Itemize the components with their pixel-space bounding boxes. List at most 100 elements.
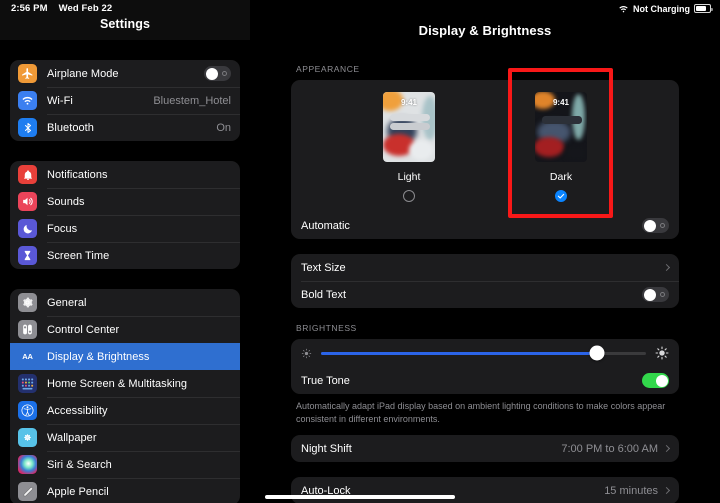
brightness-high-icon xyxy=(655,346,669,360)
sidebar-item-apple-pencil[interactable]: Apple Pencil xyxy=(10,478,240,503)
sidebar-item-general[interactable]: General xyxy=(10,289,240,316)
sidebar-item-label: Bluetooth xyxy=(47,122,210,134)
control-center-icon xyxy=(18,320,37,339)
bluetooth-status-value: On xyxy=(216,122,231,134)
home-screen-grid-icon xyxy=(18,374,37,393)
auto-lock-card: Auto-Lock 15 minutes xyxy=(291,477,679,503)
text-size-label: Text Size xyxy=(301,262,664,274)
true-tone-toggle[interactable] xyxy=(642,373,669,388)
brightness-low-icon xyxy=(301,348,312,359)
brightness-slider-track[interactable] xyxy=(321,352,646,355)
moon-icon xyxy=(18,219,37,238)
sidebar-item-notifications[interactable]: Notifications xyxy=(10,161,240,188)
brightness-slider-row[interactable] xyxy=(291,339,679,367)
battery-icon xyxy=(694,4,711,13)
status-time: 2:56 PM xyxy=(11,3,48,14)
dark-wallpaper-preview: 9:41 xyxy=(535,92,587,162)
sidebar-title-bar: Settings xyxy=(0,17,250,40)
brightness-card: True Tone xyxy=(291,339,679,394)
settings-content: Appearance 9:41 xyxy=(250,64,720,503)
brightness-slider-fill xyxy=(321,352,597,355)
sidebar-item-label: Siri & Search xyxy=(47,459,231,471)
sidebar-item-control-center[interactable]: Control Center xyxy=(10,316,240,343)
hourglass-icon xyxy=(18,246,37,265)
appearance-options: 9:41 Light xyxy=(291,92,679,212)
sidebar-item-focus[interactable]: Focus xyxy=(10,215,240,242)
text-settings-card: Text Size Bold Text xyxy=(291,254,679,308)
siri-orb-icon xyxy=(18,455,37,474)
automatic-label: Automatic xyxy=(301,220,642,232)
sidebar-item-label: Apple Pencil xyxy=(47,486,231,498)
sidebar-item-label: General xyxy=(47,297,231,309)
wifi-icon xyxy=(18,91,37,110)
auto-lock-row[interactable]: Auto-Lock 15 minutes xyxy=(291,477,679,503)
sidebar-item-siri-search[interactable]: Siri & Search xyxy=(10,451,240,478)
wifi-network-value: Bluestem_Hotel xyxy=(153,95,231,107)
sidebar-group-connectivity: Airplane Mode Wi-Fi Bluestem_Hotel xyxy=(10,60,240,141)
automatic-appearance-row[interactable]: Automatic xyxy=(291,212,679,239)
sidebar-item-label: Sounds xyxy=(47,196,231,208)
true-tone-row[interactable]: True Tone xyxy=(291,367,679,394)
charging-status-text: Not Charging xyxy=(633,4,690,14)
settings-sidebar: 2:56 PM Wed Feb 22 Settings Airplane Mod… xyxy=(0,0,250,503)
true-tone-label: True Tone xyxy=(301,375,642,387)
text-size-row[interactable]: Text Size xyxy=(291,254,679,281)
auto-lock-value: 15 minutes xyxy=(604,485,658,497)
wifi-icon xyxy=(618,0,629,18)
home-indicator xyxy=(265,495,455,499)
display-brightness-pane: Not Charging Display & Brightness Appear… xyxy=(250,0,720,503)
chevron-right-icon xyxy=(663,445,670,452)
sidebar-item-airplane-mode[interactable]: Airplane Mode xyxy=(10,60,240,87)
sidebar-item-bluetooth[interactable]: Bluetooth On xyxy=(10,114,240,141)
sidebar-item-screen-time[interactable]: Screen Time xyxy=(10,242,240,269)
appearance-section-header: Appearance xyxy=(291,64,679,74)
true-tone-footnote: Automatically adapt iPad display based o… xyxy=(291,394,679,426)
automatic-toggle[interactable] xyxy=(642,218,669,233)
sidebar-item-label: Control Center xyxy=(47,324,231,336)
brightness-slider-thumb xyxy=(590,346,605,361)
sidebar-status-bar: 2:56 PM Wed Feb 22 xyxy=(0,0,250,17)
wallpaper-clock: 9:41 xyxy=(383,98,435,107)
sidebar-item-home-screen[interactable]: Home Screen & Multitasking xyxy=(10,370,240,397)
main-page-title: Display & Brightness xyxy=(250,17,720,38)
bold-text-toggle[interactable] xyxy=(642,287,669,302)
airplane-mode-toggle[interactable] xyxy=(204,66,231,81)
sidebar-item-wallpaper[interactable]: Wallpaper xyxy=(10,424,240,451)
dark-appearance-option[interactable]: 9:41 Dark xyxy=(535,92,587,202)
light-option-radio[interactable] xyxy=(403,190,415,202)
sidebar-item-label: Airplane Mode xyxy=(47,68,204,80)
night-shift-row[interactable]: Night Shift 7:00 PM to 6:00 AM xyxy=(291,435,679,462)
sidebar-item-display-brightness[interactable]: AA Display & Brightness xyxy=(10,343,240,370)
sidebar-item-wifi[interactable]: Wi-Fi Bluestem_Hotel xyxy=(10,87,240,114)
sidebar-item-accessibility[interactable]: Accessibility xyxy=(10,397,240,424)
wallpaper-flower-icon xyxy=(18,428,37,447)
bluetooth-icon xyxy=(18,118,37,137)
dark-option-label: Dark xyxy=(550,171,572,183)
airplane-icon xyxy=(18,64,37,83)
accessibility-icon xyxy=(18,401,37,420)
ipad-settings-screen: 2:56 PM Wed Feb 22 Settings Airplane Mod… xyxy=(0,0,720,503)
sidebar-item-label: Notifications xyxy=(47,169,231,181)
dark-option-radio[interactable] xyxy=(555,190,567,202)
sidebar-item-label: Focus xyxy=(47,223,231,235)
sidebar-item-label: Wallpaper xyxy=(47,432,231,444)
page-title: Settings xyxy=(100,17,150,31)
sidebar-item-label: Home Screen & Multitasking xyxy=(47,378,231,390)
sidebar-item-label: Accessibility xyxy=(47,405,231,417)
gear-icon xyxy=(18,293,37,312)
sidebar-item-sounds[interactable]: Sounds xyxy=(10,188,240,215)
sidebar-group-alerts: Notifications Sounds Focus xyxy=(10,161,240,269)
night-shift-card: Night Shift 7:00 PM to 6:00 AM xyxy=(291,435,679,462)
bold-text-row[interactable]: Bold Text xyxy=(291,281,679,308)
sidebar-item-label: Wi-Fi xyxy=(47,95,147,107)
main-status-bar: Not Charging xyxy=(250,0,720,17)
sidebar-scroll-area[interactable]: Airplane Mode Wi-Fi Bluestem_Hotel xyxy=(0,60,250,503)
night-shift-value: 7:00 PM to 6:00 AM xyxy=(561,443,658,455)
night-shift-label: Night Shift xyxy=(301,443,561,455)
speaker-icon xyxy=(18,192,37,211)
sidebar-item-label: Display & Brightness xyxy=(47,351,231,363)
light-appearance-option[interactable]: 9:41 Light xyxy=(383,92,435,202)
wallpaper-clock: 9:41 xyxy=(535,98,587,107)
appearance-card: 9:41 Light xyxy=(291,80,679,239)
apple-pencil-icon xyxy=(18,482,37,501)
